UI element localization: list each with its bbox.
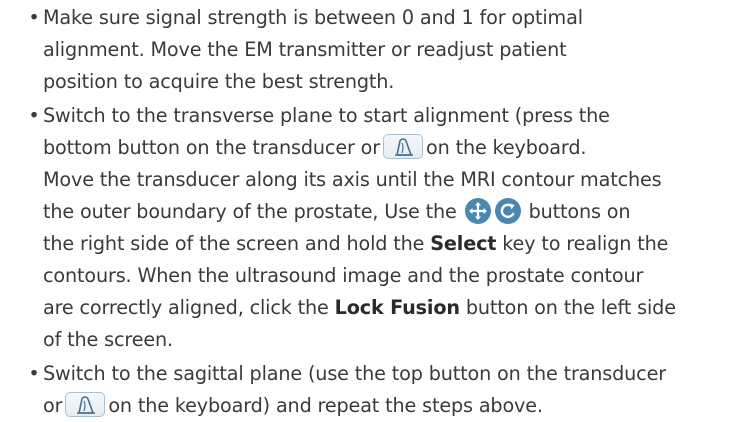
bullet-dot: •	[28, 362, 40, 385]
transducer-probe-icon	[77, 396, 96, 414]
text-line: contours. When the ultrasound image and …	[43, 264, 644, 287]
text-fragment: the outer boundary of the prostate, Use …	[43, 200, 457, 223]
text-fragment: button on the left side	[465, 296, 676, 319]
bullet-dot: •	[28, 104, 40, 127]
text-fragment: on the keyboard.	[426, 136, 587, 159]
bullet-dot: •	[28, 6, 40, 29]
text-line: bottom button on the transducer or on the…	[43, 132, 739, 164]
move-arrows-icon	[464, 197, 491, 224]
text-line: Make sure signal strength is between 0 a…	[43, 6, 583, 29]
lock-fusion-label: Lock Fusion	[334, 296, 460, 319]
text-line: position to acquire the best strength.	[43, 70, 395, 93]
text-line: of the screen.	[43, 328, 173, 351]
list-item: • Make sure signal strength is between 0…	[0, 2, 739, 98]
text-line: Switch to the sagittal plane (use the to…	[43, 362, 666, 385]
text-fragment: on the keyboard) and repeat the steps ab…	[108, 394, 543, 417]
text-fragment: or	[43, 394, 63, 417]
text-fragment: the right side of the screen and hold th…	[43, 232, 425, 255]
select-key-label: Select	[430, 232, 497, 255]
text-line: or on the keyboard) and repeat the steps …	[43, 390, 739, 422]
transducer-key-icon	[65, 392, 106, 417]
text-fragment: key to realign the	[502, 232, 669, 255]
transducer-probe-icon	[395, 138, 414, 156]
text-fragment: are correctly aligned, click the	[43, 296, 329, 319]
text-line: Switch to the transverse plane to start …	[43, 104, 610, 127]
text-line: the outer boundary of the prostate, Use …	[43, 196, 739, 228]
text-line: Move the transducer along its axis until…	[43, 168, 662, 191]
text-line: the right side of the screen and hold th…	[43, 228, 739, 260]
text-fragment: bottom button on the transducer or	[43, 136, 381, 159]
transducer-key-icon	[383, 134, 424, 159]
instruction-list: • Make sure signal strength is between 0…	[0, 2, 739, 422]
list-item: • Switch to the sagittal plane (use the …	[0, 358, 739, 422]
text-line: are correctly aligned, click the Lock Fu…	[43, 292, 739, 324]
list-item: • Switch to the transverse plane to star…	[0, 100, 739, 356]
text-line: alignment. Move the EM transmitter or re…	[43, 38, 567, 61]
rotate-icon	[494, 197, 521, 224]
text-fragment: buttons on	[528, 200, 631, 223]
instruction-document: • Make sure signal strength is between 0…	[0, 0, 739, 417]
